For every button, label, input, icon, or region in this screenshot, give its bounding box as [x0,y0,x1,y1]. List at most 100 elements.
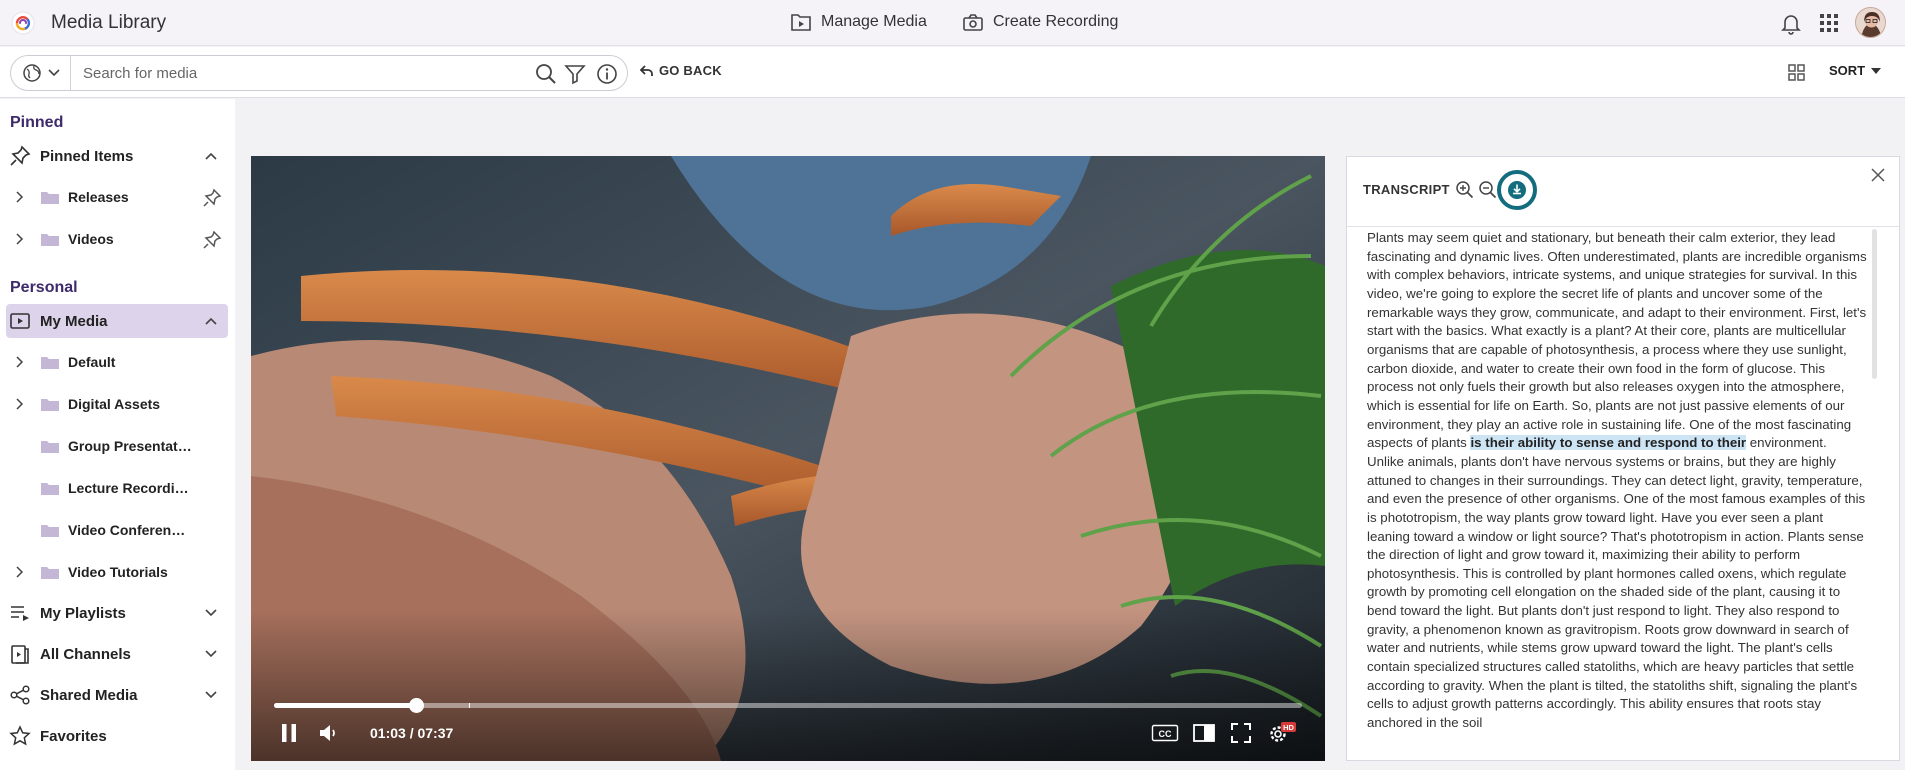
media-icon [10,313,30,329]
folder-default[interactable]: Default [6,345,228,379]
folder-label: Digital Assets [68,396,161,412]
folder-label: Videos [68,231,114,247]
theater-mode-icon[interactable] [1192,721,1216,745]
chevron-up-icon[interactable] [204,314,218,328]
sidebar-item-label: Pinned Items [40,147,134,165]
transcript-header: TRANSCRIPT [1347,157,1899,227]
zoom-out-icon[interactable] [1478,180,1497,199]
folder-icon [41,234,59,246]
app-title: Media Library [51,12,167,33]
progress-bar[interactable] [274,698,1302,713]
pinned-heading: Pinned [10,114,64,131]
record-icon [963,14,983,31]
chevron-down-icon[interactable] [204,647,218,661]
folder-label: Group Presentat… [68,438,192,454]
sort-label: SORT [1829,63,1866,78]
go-back-button[interactable]: GO BACK [640,63,722,78]
transcript-scrollbar[interactable] [1872,229,1877,379]
folder-releases[interactable]: Releases [6,180,228,214]
chevron-down-icon [47,69,60,77]
folder-label: Default [68,354,116,370]
filter-icon[interactable] [564,63,586,85]
info-icon[interactable] [596,63,618,85]
top-header: Media Library Manage Media Create Record… [0,0,1905,46]
folder-icon [41,357,59,369]
pause-icon[interactable] [277,721,301,745]
personal-heading: Personal [10,279,78,296]
go-back-label: GO BACK [659,63,722,78]
create-recording-label: Create Recording [993,13,1119,30]
close-icon[interactable] [1870,167,1886,183]
manage-media-link[interactable]: Manage Media [790,12,927,32]
app-logo-icon[interactable] [11,11,35,35]
create-recording-link[interactable]: Create Recording [962,12,1118,32]
captions-button[interactable]: CC [1151,721,1179,745]
buffer-marker [469,703,471,708]
folder-video-conferences[interactable]: Video Conferen… [6,513,228,547]
progress-fill [274,703,416,708]
search-toolbar: GO BACK SORT [0,47,1905,98]
folder-videos[interactable]: Videos [6,222,228,256]
folder-icon [41,399,59,411]
sidebar-item-pinned-items[interactable]: Pinned Items [6,139,228,173]
pin-icon[interactable] [202,188,222,208]
transcript-title: TRANSCRIPT [1363,182,1450,197]
search-scope-dropdown[interactable] [11,56,71,90]
folder-icon [41,441,59,453]
quality-settings-button[interactable]: HD [1266,721,1298,745]
folder-video-tutorials[interactable]: Video Tutorials [6,555,228,589]
folder-icon [41,567,59,579]
back-arrow-icon [640,64,653,76]
settings-gear-icon: HD [1270,722,1296,742]
hd-badge: HD [1283,723,1294,732]
closed-captions-icon: CC [1151,724,1179,742]
folder-label: Video Tutorials [68,564,168,580]
sidebar-item-favorites[interactable]: Favorites [6,719,228,753]
chevron-right-icon[interactable] [14,190,26,204]
chevron-right-icon[interactable] [14,355,26,369]
channels-icon [11,645,29,664]
folder-label: Releases [68,189,129,205]
sidebar-item-label: Favorites [40,727,107,745]
search-box [10,55,628,91]
progress-handle[interactable] [408,698,424,713]
sidebar-item-shared-media[interactable]: Shared Media [6,678,228,712]
chevron-right-icon[interactable] [14,565,26,579]
grid-view-icon[interactable] [1787,63,1807,83]
playlist-icon [11,606,29,621]
zoom-in-icon[interactable] [1455,180,1474,199]
apps-grid-icon[interactable] [1817,11,1841,35]
download-transcript-button[interactable] [1497,170,1537,210]
sidebar-item-my-media[interactable]: My Media [6,304,228,338]
folder-icon [41,483,59,495]
video-player[interactable]: 01:03 / 07:37 CC HD [251,156,1325,761]
chevron-down-icon[interactable] [204,688,218,702]
search-icon[interactable] [535,63,557,85]
notification-bell-icon[interactable] [1779,11,1803,35]
video-frame [251,156,1325,761]
pin-icon[interactable] [202,230,222,250]
transcript-text[interactable]: Plants may seem quiet and stationary, bu… [1367,229,1867,757]
manage-media-icon [791,14,811,31]
sidebar-item-all-channels[interactable]: All Channels [6,637,228,671]
sort-dropdown[interactable]: SORT [1829,63,1882,78]
chevron-down-icon[interactable] [204,606,218,620]
transcript-current-phrase[interactable]: is their ability to sense and respond to… [1470,435,1747,451]
folder-group-presentations[interactable]: Group Presentat… [6,429,228,463]
volume-icon[interactable] [317,721,341,745]
folder-lecture-recordings[interactable]: Lecture Recordi… [6,471,228,505]
time-display: 01:03 / 07:37 [370,725,454,741]
fullscreen-icon[interactable] [1229,721,1253,745]
cc-label: CC [1159,729,1172,739]
avatar-portrait-icon [1856,8,1885,37]
share-icon [10,685,30,705]
star-icon [9,725,31,746]
search-input[interactable] [83,63,523,83]
folder-digital-assets[interactable]: Digital Assets [6,387,228,421]
user-avatar[interactable] [1855,7,1886,38]
pin-icon [10,145,31,166]
chevron-up-icon[interactable] [204,149,218,163]
chevron-right-icon[interactable] [14,232,26,246]
sidebar-item-my-playlists[interactable]: My Playlists [6,596,228,630]
chevron-right-icon[interactable] [14,397,26,411]
